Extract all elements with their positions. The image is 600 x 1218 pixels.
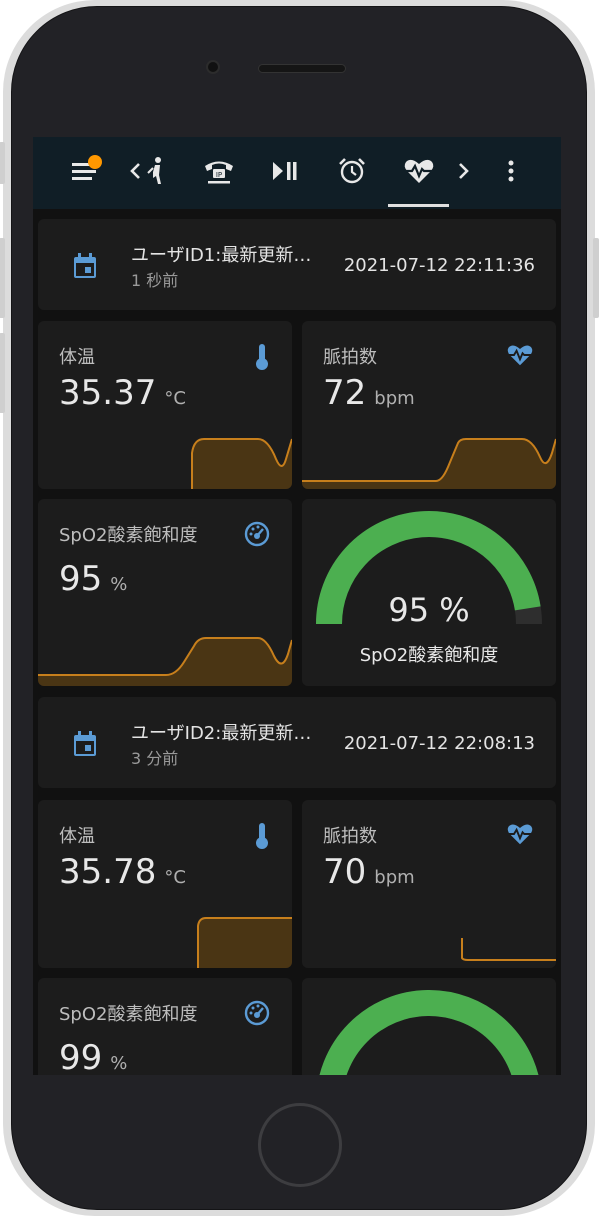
thermometer-icon — [254, 343, 270, 375]
heart-pulse-icon[interactable] — [402, 155, 436, 187]
sensor-label: SpO2酸素飽和度 — [59, 1004, 198, 1025]
gauge-icon — [244, 1000, 270, 1030]
heart-pulse-icon — [506, 343, 534, 371]
spo2-card[interactable]: SpO2酸素飽和度 99% — [38, 978, 292, 1075]
gauge-value: 95 % — [388, 591, 470, 629]
mute-switch — [0, 142, 5, 184]
app-screen: IP ユーザID1:最新更新… 1 秒前 2021-07-12 22:11:36… — [33, 137, 561, 1075]
volume-down-button — [0, 333, 5, 413]
gauge-label: SpO2酸素飽和度 — [359, 645, 499, 666]
front-camera — [206, 60, 220, 74]
volume-up-button — [0, 238, 5, 318]
pulse-card[interactable]: 脈拍数 72 bpm — [302, 321, 556, 489]
notification-badge — [88, 155, 102, 169]
ip-phone-icon[interactable]: IP — [201, 155, 237, 187]
more-vert-icon[interactable] — [501, 155, 521, 187]
chevron-right-icon[interactable] — [454, 155, 474, 187]
calendar-icon — [73, 731, 97, 761]
person-walking-icon[interactable] — [143, 155, 169, 187]
pulse-sparkline — [461, 938, 556, 961]
sensor-label: SpO2酸素飽和度 — [59, 525, 198, 546]
last-updated: 1 秒前 — [131, 271, 179, 290]
spo2-gauge-card[interactable]: 95 % SpO2酸素飽和度 — [302, 499, 556, 686]
home-button[interactable] — [258, 1103, 342, 1187]
gauge-icon — [244, 521, 270, 551]
sensor-value: 99% — [59, 1038, 128, 1075]
spo2-sparkline — [38, 637, 292, 686]
svg-text:IP: IP — [216, 171, 222, 179]
play-pause-icon[interactable] — [270, 155, 300, 187]
pulse-sparkline — [302, 438, 556, 489]
heart-pulse-icon — [506, 822, 534, 850]
alarm-icon[interactable] — [336, 155, 368, 187]
active-tab-indicator — [388, 204, 449, 207]
temperature-sparkline — [197, 917, 292, 968]
temperature-card[interactable]: 体温 35.78 °C — [38, 800, 292, 968]
pulse-card[interactable]: 脈拍数 70 bpm — [302, 800, 556, 968]
spo2-gauge — [319, 990, 539, 1075]
sensor-value: 72 bpm — [323, 373, 415, 413]
sensor-label: 脈拍数 — [323, 347, 377, 368]
user-title: ユーザID1:最新更新… — [131, 245, 312, 266]
calendar-icon — [73, 253, 97, 283]
sensor-value: 70 bpm — [323, 852, 415, 892]
sensor-label: 脈拍数 — [323, 826, 377, 847]
sensor-value: 35.37 °C — [59, 373, 186, 413]
last-updated: 3 分前 — [131, 749, 179, 768]
top-app-bar: IP — [33, 137, 561, 209]
earpiece-speaker — [258, 64, 346, 73]
spo2-card[interactable]: SpO2酸素飽和度 95% — [38, 499, 292, 686]
temperature-card[interactable]: 体温 35.37 °C — [38, 321, 292, 489]
thermometer-icon — [254, 822, 270, 854]
sensor-label: 体温 — [59, 826, 95, 847]
sensor-label: 体温 — [59, 347, 95, 368]
spo2-gauge-card[interactable] — [302, 978, 556, 1075]
temperature-sparkline — [191, 438, 292, 489]
update-datetime: 2021-07-12 22:08:13 — [343, 733, 535, 754]
user-title: ユーザID2:最新更新… — [131, 723, 312, 744]
power-button — [593, 238, 599, 318]
chevron-left-icon[interactable] — [125, 155, 145, 187]
sensor-value: 95% — [59, 559, 128, 599]
gauge-fill-arc — [319, 990, 539, 1075]
user-info-card[interactable]: ユーザID1:最新更新… 1 秒前 2021-07-12 22:11:36 — [38, 219, 556, 310]
sensor-value: 35.78 °C — [59, 852, 186, 892]
update-datetime: 2021-07-12 22:11:36 — [343, 255, 535, 276]
user-info-card[interactable]: ユーザID2:最新更新… 3 分前 2021-07-12 22:08:13 — [38, 697, 556, 788]
